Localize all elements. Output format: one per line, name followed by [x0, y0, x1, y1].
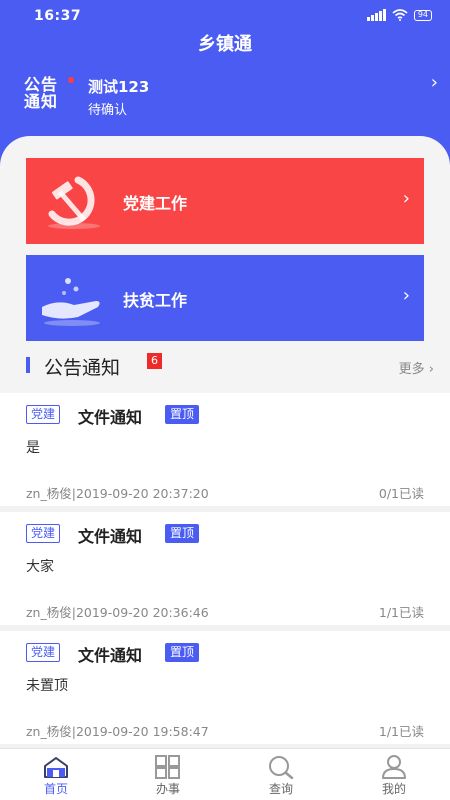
chevron-right-icon: ›	[430, 72, 438, 93]
tab-label: 我的	[381, 782, 406, 796]
tab-query[interactable]: 查询	[225, 749, 337, 800]
tab-services[interactable]: 办事	[112, 749, 224, 800]
category-tag: 党建	[26, 524, 61, 543]
announcement-card[interactable]: 党建 文件通知 置顶 是 zn_杨俊|2019-09-20 20:37:20 0…	[0, 393, 450, 506]
poverty-work-banner[interactable]: 扶贫工作 ›	[26, 255, 424, 341]
tab-profile[interactable]: 我的	[338, 749, 450, 800]
party-work-banner[interactable]: 党建工作 ›	[26, 158, 424, 244]
read-count: 1/1已读	[378, 605, 424, 620]
card-title: 文件通知	[78, 408, 143, 427]
section-title: 公告通知	[44, 357, 121, 379]
hammer-sickle-icon	[48, 176, 100, 229]
chevron-right-icon: ›	[428, 362, 434, 377]
card-title: 文件通知	[78, 527, 143, 546]
category-tag: 党建	[26, 643, 61, 662]
search-icon	[269, 756, 294, 779]
card-body: 大家	[26, 559, 54, 575]
notice-logo-line1: 公告	[24, 75, 59, 94]
banner-label: 扶贫工作	[123, 291, 188, 310]
status-time: 16:37	[34, 8, 82, 24]
tab-home[interactable]: 首页	[0, 749, 112, 800]
card-title: 文件通知	[78, 646, 143, 665]
chevron-right-icon: ›	[402, 188, 410, 209]
count-badge: 6	[147, 353, 162, 369]
grid-icon	[155, 755, 180, 779]
notice-title: 测试123	[88, 78, 150, 96]
notice-logo: 公告 通知	[24, 76, 70, 110]
announcements-header: 公告通知 6 更多 ›	[26, 352, 436, 382]
announcement-card[interactable]: 党建 文件通知 置顶 大家 zn_杨俊|2019-09-20 20:36:46 …	[0, 512, 450, 625]
section-accent-bar	[26, 357, 30, 373]
notice-logo-line2: 通知	[24, 92, 59, 111]
read-count: 1/1已读	[378, 724, 424, 739]
wifi-icon	[392, 9, 408, 21]
pinned-tag: 置顶	[165, 524, 200, 543]
unread-dot	[68, 77, 74, 83]
read-count: 0/1已读	[378, 486, 424, 501]
more-link[interactable]: 更多 ›	[399, 358, 434, 377]
signal-icon	[366, 9, 386, 21]
page-title: 乡镇通	[198, 34, 252, 55]
category-tag: 党建	[26, 405, 61, 424]
card-meta: zn_杨俊|2019-09-20 19:58:47	[26, 724, 209, 739]
chevron-right-icon: ›	[402, 285, 410, 306]
card-body: 未置顶	[26, 678, 68, 694]
card-body: 是	[26, 440, 40, 456]
notice-status: 待确认	[88, 103, 128, 118]
pinned-tag: 置顶	[165, 405, 200, 424]
pinned-tag: 置顶	[165, 643, 200, 662]
tab-label: 首页	[43, 782, 68, 796]
status-icons: 94	[366, 9, 432, 21]
helping-hand-icon	[42, 278, 100, 326]
tab-label: 办事	[155, 782, 180, 796]
battery-indicator: 94	[413, 9, 432, 21]
status-bar: 16:37 94	[0, 0, 450, 30]
card-meta: zn_杨俊|2019-09-20 20:36:46	[26, 605, 209, 620]
more-label: 更多	[398, 362, 425, 377]
card-meta: zn_杨俊|2019-09-20 20:37:20	[26, 486, 209, 501]
banner-label: 党建工作	[123, 194, 188, 213]
bottom-tab-bar: 首页 办事 查询 我的	[0, 748, 450, 800]
home-icon	[44, 757, 68, 778]
announcement-card[interactable]: 党建 文件通知 置顶 未置顶 zn_杨俊|2019-09-20 19:58:47…	[0, 631, 450, 744]
user-icon	[382, 755, 406, 779]
tab-label: 查询	[268, 782, 293, 796]
